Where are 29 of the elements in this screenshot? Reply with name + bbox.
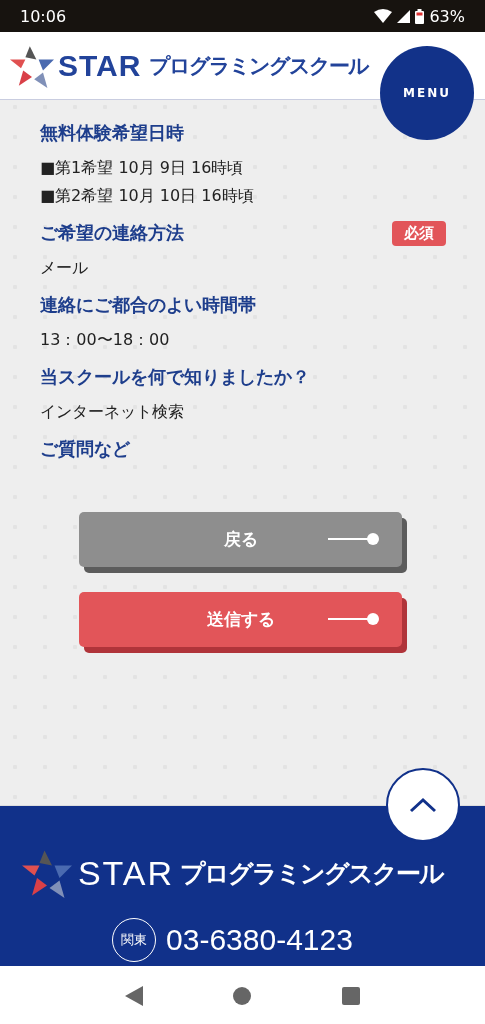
- required-badge: 必須: [392, 220, 446, 246]
- phone-number: 03-6380-4123: [166, 923, 353, 957]
- logo-text: STAR: [58, 48, 142, 83]
- footer-logo-subtitle: プログラミングスクール: [180, 857, 444, 890]
- field-value: ■第1希望 10月 9日 16時頃: [40, 157, 245, 179]
- field-label: 無料体験希望日時: [40, 121, 184, 145]
- menu-button[interactable]: MENU: [380, 46, 474, 140]
- field-value: ■第2希望 10月 10日 16時頃: [40, 185, 255, 207]
- back-icon[interactable]: [125, 985, 144, 1006]
- field-value: 13：00〜18：00: [40, 329, 171, 351]
- field-label: 当スクールを何で知りましたか？: [40, 365, 310, 389]
- logo-subtitle: プログラミングスクール: [149, 52, 369, 80]
- home-icon[interactable]: [233, 986, 252, 1005]
- field-label: 連絡にご都合のよい時間帯: [40, 293, 256, 317]
- clock-time: 10:06: [20, 6, 67, 26]
- footer-logo-text: STAR: [77, 853, 175, 893]
- chevron-up-icon: [409, 797, 437, 813]
- field-value: メール: [40, 257, 89, 279]
- field-label: ご希望の連絡方法: [40, 221, 184, 245]
- recents-icon[interactable]: [341, 986, 360, 1005]
- arrow-line-icon: [328, 612, 380, 626]
- wifi-icon: [374, 9, 393, 23]
- battery-percent: 63%: [429, 6, 465, 26]
- arrow-line-icon: [328, 532, 380, 546]
- signal-icon: [397, 9, 411, 23]
- battery-icon: [415, 8, 425, 24]
- field-label: ご質問など: [40, 437, 130, 461]
- field-value: インターネット検索: [40, 401, 185, 423]
- star-logo-icon: [21, 848, 72, 898]
